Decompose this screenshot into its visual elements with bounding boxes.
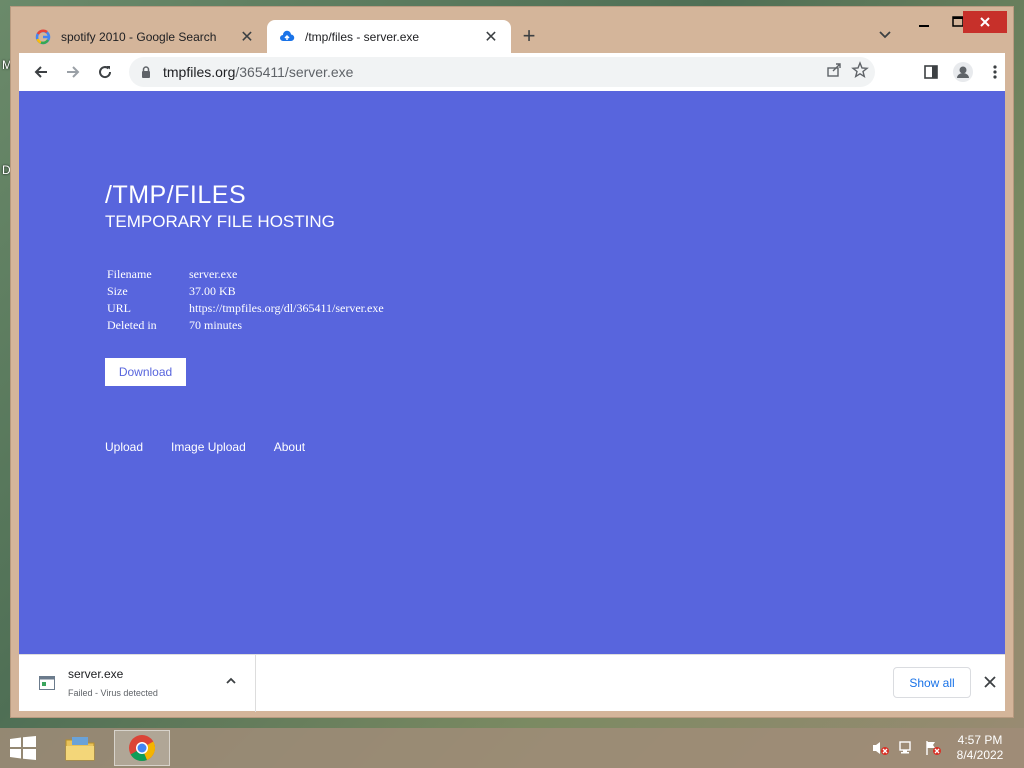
file-explorer-taskbar-button[interactable] — [52, 730, 108, 766]
reload-icon — [99, 66, 112, 79]
side-panel-icon — [924, 65, 938, 79]
reload-button[interactable] — [89, 56, 121, 88]
tab-title: /tmp/files - server.exe — [305, 29, 420, 44]
info-label: Deleted in — [107, 318, 157, 332]
chevron-up-icon[interactable] — [223, 673, 239, 689]
download-shelf: server.exe Failed - Virus detected Show … — [19, 654, 1005, 712]
info-value: https://tmpfiles.org/dl/365411/server.ex… — [189, 301, 384, 315]
file-icon — [39, 676, 55, 690]
tab-tmpfiles[interactable]: /tmp/files - server.exe ✕ — [267, 20, 511, 53]
tab-title: spotify 2010 - Google Search — [61, 29, 217, 44]
file-info-table: Filename server.exe Size 37.00 KB URL ht… — [107, 266, 384, 334]
bookmark-star-icon[interactable] — [851, 60, 869, 84]
address-bar[interactable]: tmpfiles.org/365411/server.exe — [129, 57, 875, 87]
browser-toolbar: tmpfiles.org/365411/server.exe — [19, 53, 1005, 91]
taskbar: 4:57 PM 8/4/2022 — [0, 728, 1024, 768]
url-domain: tmpfiles.org — [163, 64, 236, 80]
share-icon[interactable] — [825, 61, 843, 84]
cloud-upload-icon — [279, 29, 295, 45]
minimize-button[interactable] — [907, 11, 941, 33]
tab-google-search[interactable]: spotify 2010 - Google Search ✕ — [23, 20, 267, 53]
page-subtitle: TEMPORARY FILE HOSTING — [105, 212, 335, 231]
forward-button[interactable] — [57, 56, 89, 88]
close-window-button[interactable] — [963, 11, 1007, 33]
menu-button[interactable] — [979, 56, 1011, 88]
side-panel-button[interactable] — [915, 56, 947, 88]
forward-arrow-icon — [67, 66, 80, 78]
clock-time: 4:57 PM — [957, 733, 1003, 747]
info-value: 37.00 KB — [189, 284, 236, 298]
download-status: Failed - Virus detected — [68, 688, 158, 698]
download-button[interactable]: Download — [105, 358, 186, 386]
volume-muted-icon[interactable] — [872, 740, 890, 756]
info-label: Filename — [107, 267, 152, 281]
download-item[interactable]: server.exe Failed - Virus detected — [19, 655, 256, 712]
page-content: /TMP/FILES TEMPORARY FILE HOSTING Filena… — [19, 91, 1005, 654]
info-value: 70 minutes — [189, 318, 242, 332]
back-arrow-icon — [34, 66, 47, 78]
network-icon[interactable] — [898, 740, 916, 756]
action-center-flag-icon[interactable] — [924, 740, 942, 756]
close-tab-icon[interactable]: ✕ — [239, 27, 255, 47]
folder-icon — [65, 737, 95, 761]
table-row: Deleted in 70 minutes — [107, 317, 384, 334]
info-label: URL — [107, 301, 131, 315]
close-tab-icon[interactable]: ✕ — [483, 27, 499, 47]
new-tab-button[interactable]: + — [517, 24, 541, 48]
upload-link[interactable]: Upload — [105, 440, 143, 454]
profile-button[interactable] — [947, 56, 979, 88]
google-icon — [35, 29, 51, 45]
url-text: tmpfiles.org/365411/server.exe — [163, 64, 353, 80]
show-all-button[interactable]: Show all — [893, 667, 971, 698]
download-filename: server.exe — [68, 667, 124, 681]
info-label: Size — [107, 284, 128, 298]
table-row: URL https://tmpfiles.org/dl/365411/serve… — [107, 300, 384, 317]
clock-date: 8/4/2022 — [956, 748, 1004, 762]
image-upload-link[interactable]: Image Upload — [171, 440, 246, 454]
tab-strip: spotify 2010 - Google Search ✕ /tmp/file… — [11, 7, 1013, 53]
start-button[interactable] — [8, 736, 38, 760]
close-icon — [984, 676, 996, 688]
close-shelf-button[interactable] — [979, 671, 1001, 693]
kebab-menu-icon — [993, 65, 997, 79]
table-row: Size 37.00 KB — [107, 283, 384, 300]
lock-icon[interactable] — [139, 65, 153, 79]
page-title: /TMP/FILES — [105, 181, 247, 209]
info-value: server.exe — [189, 267, 238, 281]
browser-window: spotify 2010 - Google Search ✕ /tmp/file… — [10, 6, 1014, 718]
table-row: Filename server.exe — [107, 266, 384, 283]
footer-nav: Upload Image Upload About — [105, 440, 333, 454]
chrome-taskbar-button[interactable] — [114, 730, 170, 766]
avatar-icon — [953, 62, 973, 82]
back-button[interactable] — [25, 56, 57, 88]
about-link[interactable]: About — [274, 440, 305, 454]
system-clock[interactable]: 4:57 PM 8/4/2022 — [944, 733, 1016, 763]
tab-search-chevron-icon[interactable] — [877, 26, 893, 42]
system-tray — [872, 740, 942, 756]
windows-logo-icon — [10, 736, 36, 760]
url-path: /365411/server.exe — [235, 64, 354, 80]
chrome-icon — [129, 735, 156, 762]
